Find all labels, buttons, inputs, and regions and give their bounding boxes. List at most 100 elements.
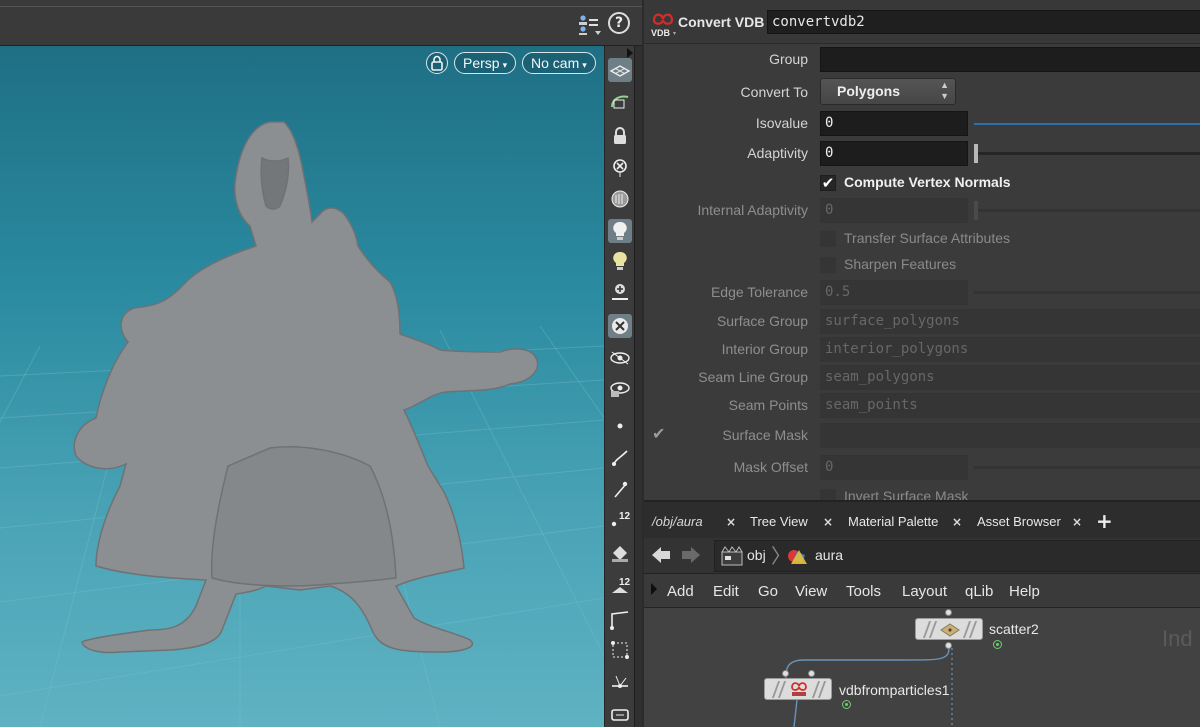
shading-sphere-icon [612,318,628,334]
grid-display-toggle[interactable] [608,58,632,82]
transfer-attributes-label: Transfer Surface Attributes [844,230,1010,246]
collapse-arrow-icon[interactable] [627,48,633,58]
close-tab-icon[interactable]: × [1072,510,1082,534]
character-model [73,121,539,654]
tab-obj-aura[interactable]: /obj/aura [652,510,703,534]
shading-sphere-toggle[interactable] [608,314,632,338]
slider-handle[interactable] [974,144,978,163]
tab-tree-view[interactable]: Tree View [750,510,808,534]
brush-toggle[interactable] [608,446,632,470]
internal-adaptivity-slider[interactable] [974,201,1200,220]
viewport-3d[interactable]: Persp ▾ No cam ▾ [0,46,604,727]
node-scatter2[interactable] [915,618,983,640]
mask-offset-label: Mask Offset [733,459,808,475]
close-tab-icon[interactable]: × [823,510,833,534]
menu-help[interactable]: Help [1009,583,1040,600]
seam-line-group-field[interactable]: seam_polygons [820,365,1200,390]
ghost-toggle[interactable] [608,376,632,400]
menu-qlib[interactable]: qLib [965,583,993,600]
menu-add[interactable]: Add [667,583,694,600]
back-arrow-icon[interactable] [650,544,672,566]
isovalue-slider[interactable] [974,123,1200,125]
close-handle-toggle[interactable] [608,156,632,180]
view-projection-menu[interactable]: Persp ▾ [454,52,517,74]
display-mode-toggle[interactable] [608,187,632,211]
isovalue-field[interactable]: 0 [820,111,968,136]
normals-toggle[interactable] [608,670,632,694]
output-port[interactable] [945,642,952,649]
fill-toggle[interactable] [608,541,632,565]
brush-icon [612,450,628,466]
surface-mask-field[interactable] [820,423,1200,448]
display-options-icon[interactable] [578,14,602,36]
display-flag-icon[interactable] [993,640,1002,649]
headlight-toggle[interactable] [608,249,632,273]
ghost-icon [610,382,630,397]
convert-to-menu[interactable]: Polygons ▲ ▼ [820,78,956,105]
edge-tolerance-slider[interactable] [974,291,1200,294]
snap-icon [611,95,629,109]
curve-toggle[interactable] [608,608,632,632]
lock-camera-icon [614,127,626,144]
edge-tolerance-field[interactable]: 0.5 [820,280,968,305]
add-tab-icon[interactable]: + [1096,507,1113,535]
input-port[interactable] [945,609,952,616]
pane-splitter[interactable] [634,46,642,727]
internal-adaptivity-label: Internal Adaptivity [697,202,808,218]
mask-offset-field[interactable]: 0 [820,455,968,480]
lock-camera-toggle[interactable] [608,124,632,148]
misc-toggle[interactable] [608,702,632,726]
group-field[interactable] [820,47,1200,72]
network-editor[interactable]: Ind scatter2 vdbfromparticles1 [644,608,1200,727]
adaptivity-field[interactable]: 0 [820,141,968,166]
convert-to-label: Convert To [740,84,808,100]
object-network-icon [721,546,743,566]
invert-mask-checkbox[interactable] [820,489,836,500]
viewport-lock-button[interactable] [426,52,448,74]
sharpen-features-checkbox[interactable] [820,257,836,273]
interior-group-field[interactable]: interior_polygons [820,337,1200,362]
snap-toggle[interactable] [608,91,632,115]
lighting-toggle[interactable] [608,219,632,243]
svg-text:12: 12 [619,577,631,588]
transfer-attributes-checkbox[interactable] [820,231,836,247]
seam-points-field[interactable]: seam_points [820,393,1200,418]
primitive-numbers-toggle[interactable]: 12 [608,574,632,598]
help-icon[interactable]: ? [608,12,630,34]
forward-arrow-icon[interactable] [680,544,702,566]
display-flag-icon[interactable] [842,700,851,709]
vertex-icon [611,641,629,659]
light-link-icon [612,284,628,300]
menu-go[interactable]: Go [758,583,778,600]
node-vdbfromparticles1[interactable] [764,678,832,700]
light-link-toggle[interactable] [608,280,632,304]
menu-edit[interactable]: Edit [713,583,739,600]
camera-menu[interactable]: No cam ▾ [522,52,596,74]
breadcrumb-obj[interactable]: obj [747,547,766,563]
surface-mask-enable-toggle[interactable]: ✔ [652,426,668,442]
compute-normals-checkbox[interactable]: ✔ [820,175,836,191]
tab-material-palette[interactable]: Material Palette [848,510,938,534]
mask-offset-slider[interactable] [974,466,1200,469]
close-tab-icon[interactable]: × [952,510,962,534]
point-toggle[interactable] [608,414,632,438]
input-port[interactable] [808,670,815,677]
internal-adaptivity-field[interactable]: 0 [820,198,968,223]
menu-view[interactable]: View [795,583,827,600]
input-port[interactable] [782,670,789,677]
surface-group-field[interactable]: surface_polygons [820,309,1200,334]
breadcrumb-aura[interactable]: aura [815,547,843,563]
template-toggle[interactable] [608,346,632,370]
menu-tools[interactable]: Tools [846,583,881,600]
viewport-display-toolbar: 12 12 [604,46,634,727]
adaptivity-slider[interactable] [974,144,1200,163]
close-tab-icon[interactable]: × [726,510,736,534]
pen-toggle[interactable] [608,478,632,502]
node-name-input[interactable]: convertvdb2 [767,10,1200,34]
point-numbers-toggle[interactable]: 12 [608,508,632,532]
menu-layout[interactable]: Layout [902,583,947,600]
slider-handle[interactable] [974,201,978,220]
tab-asset-browser[interactable]: Asset Browser [977,510,1061,534]
collapse-arrow-icon[interactable] [651,583,657,595]
vertex-toggle[interactable] [608,638,632,662]
